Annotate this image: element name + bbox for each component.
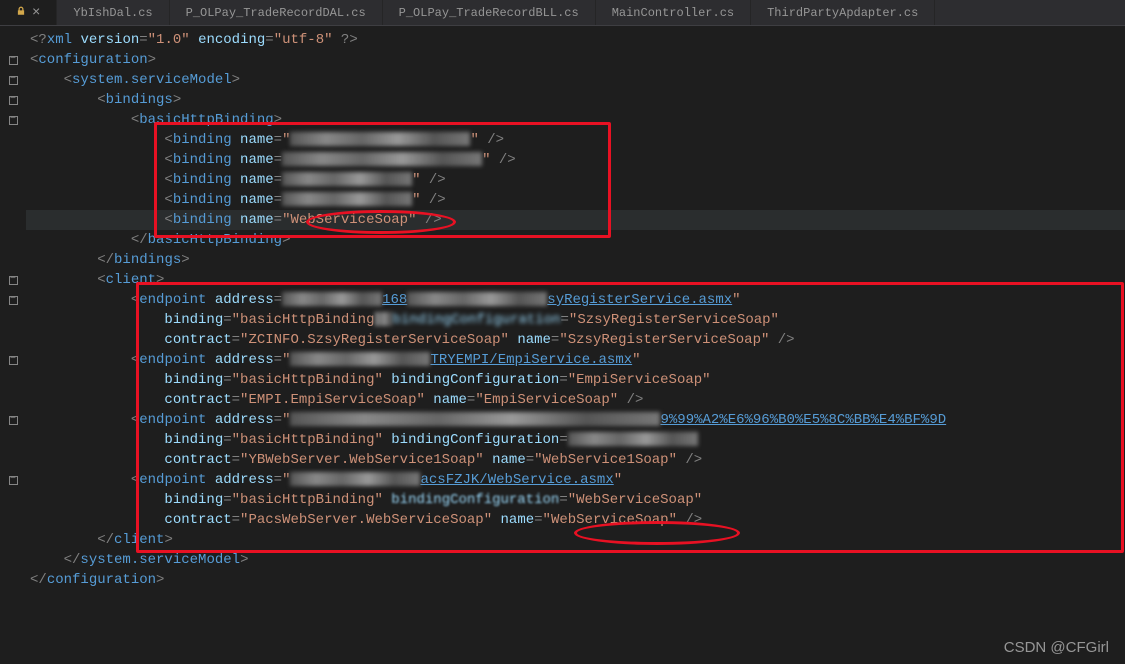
fold-toggle[interactable]: −	[0, 70, 26, 90]
code-line: <binding name="" />	[26, 130, 1125, 150]
lock-icon	[16, 6, 26, 20]
code-editor[interactable]: − − − − − − − − − <?xml version="1.0" en…	[0, 26, 1125, 664]
code-line: <endpoint address=168syRegisterService.a…	[26, 290, 1125, 310]
code-line: binding="basicHttpBindingbindingConfigur…	[26, 310, 1125, 330]
code-line: <?xml version="1.0" encoding="utf-8" ?>	[26, 30, 1125, 50]
code-line: contract="ZCINFO.SzsyRegisterServiceSoap…	[26, 330, 1125, 350]
code-content[interactable]: <?xml version="1.0" encoding="utf-8" ?> …	[26, 26, 1125, 664]
fold-toggle[interactable]: −	[0, 470, 26, 490]
fold-gutter: − − − − − − − − −	[0, 26, 26, 664]
fold-toggle[interactable]: −	[0, 350, 26, 370]
tab-ybishdal[interactable]: YbIshDal.cs	[57, 0, 169, 25]
code-line: <configuration>	[26, 50, 1125, 70]
code-line: contract="YBWebServer.WebService1Soap" n…	[26, 450, 1125, 470]
code-line: </bindings>	[26, 250, 1125, 270]
fold-toggle[interactable]: −	[0, 290, 26, 310]
code-line: binding="basicHttpBinding" bindingConfig…	[26, 430, 1125, 450]
code-line: <binding name=" />	[26, 170, 1125, 190]
code-line: </basicHttpBinding>	[26, 230, 1125, 250]
code-line: <endpoint address="TRYEMPI/EmpiService.a…	[26, 350, 1125, 370]
tab-maincontroller[interactable]: MainController.cs	[596, 0, 751, 25]
code-line: <client>	[26, 270, 1125, 290]
close-icon[interactable]: ×	[32, 5, 40, 21]
tab-bar: × YbIshDal.cs P_OLPay_TradeRecordDAL.cs …	[0, 0, 1125, 26]
code-line: <basicHttpBinding>	[26, 110, 1125, 130]
code-line: <endpoint address="9%99%A2%E6%96%B0%E5%8…	[26, 410, 1125, 430]
tab-traderecorddal[interactable]: P_OLPay_TradeRecordDAL.cs	[170, 0, 383, 25]
code-line: </client>	[26, 530, 1125, 550]
code-line: <endpoint address="acsFZJK/WebService.as…	[26, 470, 1125, 490]
code-line: contract="PacsWebServer.WebServiceSoap" …	[26, 510, 1125, 530]
code-line: <bindings>	[26, 90, 1125, 110]
tab-active-config[interactable]: ×	[0, 0, 57, 25]
code-line: contract="EMPI.EmpiServiceSoap" name="Em…	[26, 390, 1125, 410]
tab-thirdparty[interactable]: ThirdPartyApdapter.cs	[751, 0, 935, 25]
fold-toggle[interactable]: −	[0, 410, 26, 430]
code-line: binding="basicHttpBinding" bindingConfig…	[26, 370, 1125, 390]
code-line: </configuration>	[26, 570, 1125, 590]
fold-toggle[interactable]: −	[0, 270, 26, 290]
code-line-highlighted: <binding name="WebServiceSoap" />	[26, 210, 1125, 230]
code-line: <binding name=" />	[26, 190, 1125, 210]
code-line: <binding name=" />	[26, 150, 1125, 170]
watermark: CSDN @CFGirl	[1004, 639, 1109, 656]
fold-toggle[interactable]: −	[0, 90, 26, 110]
code-line: binding="basicHttpBinding" bindingConfig…	[26, 490, 1125, 510]
fold-toggle[interactable]: −	[0, 110, 26, 130]
code-line: <system.serviceModel>	[26, 70, 1125, 90]
fold-toggle[interactable]: −	[0, 50, 26, 70]
code-line: </system.serviceModel>	[26, 550, 1125, 570]
tab-traderecordbll[interactable]: P_OLPay_TradeRecordBLL.cs	[383, 0, 596, 25]
